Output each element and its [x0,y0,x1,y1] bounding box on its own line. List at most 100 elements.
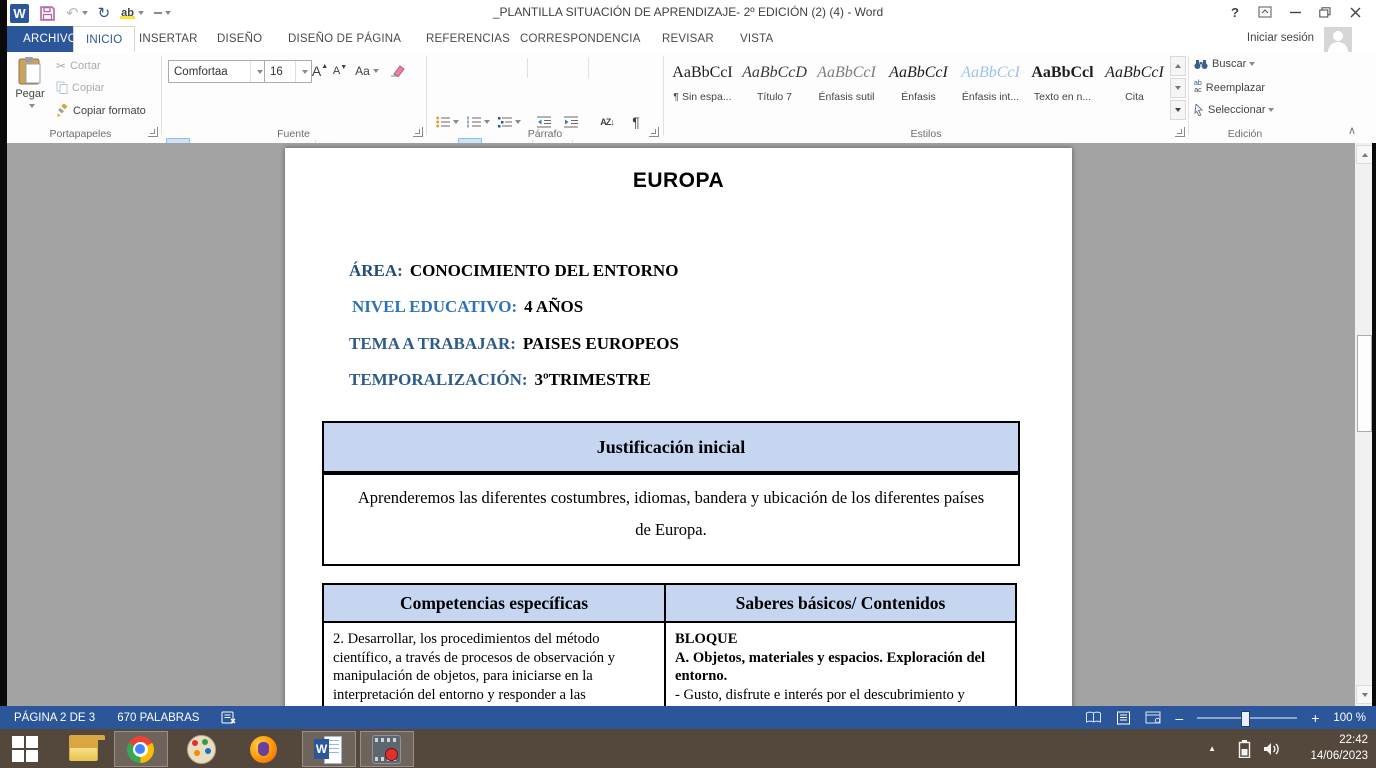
taskbar-firefox[interactable] [248,734,278,764]
field-temporalizacion: TEMPORALIZACIÓN: 3ºTRIMESTRE [349,370,651,390]
tab-correspondencia[interactable]: CORRESPONDENCIA [508,26,653,52]
style-enfasis-intenso[interactable]: AaBbCcI Énfasis int... [956,56,1025,120]
proofing-errors-icon[interactable] [221,711,237,724]
field-area-value: CONOCIMIENTO DEL ENTORNO [409,261,679,280]
window-title: _PLANTILLA SITUACIÓN DE APRENDIZAJE- 2º … [492,5,884,19]
change-case-button[interactable]: Aa [354,59,380,82]
gallery-more-icon [1175,108,1181,112]
copy-button[interactable]: Copiar [56,81,104,94]
tab-referencias[interactable]: REFERENCIAS [414,26,522,52]
styles-gallery-scroll [1170,56,1186,122]
taskbar-chrome[interactable] [125,734,155,764]
find-button[interactable]: Buscar [1194,58,1255,70]
competencias-table: Competencias específicas Saberes básicos… [322,583,1017,706]
zoom-level[interactable]: 100 % [1333,712,1366,724]
styles-gallery-more-button[interactable] [1170,100,1186,120]
style-sin-espaciado[interactable]: AaBbCcI ¶ Sin espa... [668,56,737,120]
scrollbar-up-button[interactable] [1356,145,1373,164]
clipboard-dialog-launcher[interactable] [148,127,158,137]
taskbar-clock[interactable]: 22:42 14/06/2023 [1310,732,1368,764]
tab-insertar[interactable]: INSERTAR [127,26,210,52]
tray-show-hidden-button[interactable]: ▲ [1208,729,1216,768]
ribbon-display-options-button[interactable] [1250,0,1280,24]
tab-diseno[interactable]: DISEÑO [205,26,274,52]
justificacion-body-cell: Aprenderemos las diferentes costumbres, … [322,473,1020,566]
field-nivel-value: 4 AÑOS [524,297,584,316]
taskbar-screen-recorder[interactable] [371,734,401,764]
font-size-dropdown-icon[interactable] [295,61,311,82]
style-label-text: Énfasis int... [961,91,1020,103]
style-enfasis[interactable]: AaBbCcI Énfasis [884,56,953,120]
format-painter-label: Copiar formato [73,104,146,117]
read-mode-button[interactable] [1085,711,1102,724]
paragraph-dialog-launcher[interactable] [649,127,659,137]
find-label: Buscar [1212,58,1247,70]
zoom-out-button[interactable]: – [1175,710,1183,726]
tab-inicio[interactable]: INICIO [73,26,136,53]
page-indicator[interactable]: PÁGINA 2 DE 3 [14,712,95,724]
zoom-slider[interactable] [1197,710,1298,727]
paste-dropdown-icon[interactable] [26,100,35,112]
paste-button[interactable]: Pegar [10,56,50,112]
cut-button[interactable]: ✂ Cortar [56,59,101,73]
grow-font-button[interactable]: A ▲ [310,59,330,82]
replace-icon: ab ac [1194,80,1202,94]
tab-revisar[interactable]: REVISAR [650,26,726,52]
clock-time: 22:42 [1339,734,1368,746]
font-dialog-launcher[interactable] [413,127,423,137]
style-titulo-7[interactable]: AaBbCcD Título 7 [740,56,809,120]
styles-scroll-up-button[interactable] [1170,56,1186,76]
scrollbar-thumb[interactable] [1357,335,1372,432]
close-button[interactable] [1340,0,1370,24]
style-sample-text: AaBbCcl [1031,64,1094,81]
minimize-button[interactable] [1280,0,1310,24]
word-application-window: W ↶ ↻ ab _PLANTILLA SITUACIÓN DE APRENDI… [0,0,1376,768]
start-button[interactable] [10,734,40,764]
word-count[interactable]: 670 PALABRAS [117,712,199,724]
field-temporalizacion-label: TEMPORALIZACIÓN: [349,370,528,389]
scroll-down-icon [1175,86,1181,90]
group-parrafo: AZ↓ ¶ Párrafo [428,52,662,163]
taskbar-word[interactable]: W [313,734,343,764]
format-painter-button[interactable]: Copiar formato [56,104,146,117]
field-nivel-label: NIVEL EDUCATIVO: [352,297,518,316]
document-page[interactable]: EUROPA ÁREA: CONOCIMIENTO DEL ENTORNO NIV… [285,148,1072,706]
zoom-slider-thumb[interactable] [1241,710,1251,727]
window-controls: ? [1220,0,1370,24]
tab-diseno-de-pagina[interactable]: DISEÑO DE PÁGINA [276,26,413,52]
sort-icon: AZ↓ [600,116,614,127]
style-label-text: Texto en n... [1033,91,1092,103]
tray-volume-button[interactable] [1263,729,1281,768]
font-size-combo[interactable]: 16 [264,60,312,83]
avatar[interactable] [1324,27,1352,52]
restore-button[interactable] [1310,0,1340,24]
tray-battery-button[interactable] [1238,729,1251,768]
tray-arrow-icon: ▲ [1208,744,1216,753]
taskbar-file-explorer[interactable] [68,734,105,764]
vertical-scrollbar[interactable] [1355,143,1373,706]
taskbar-paint[interactable] [186,734,216,764]
help-button[interactable]: ? [1220,0,1250,24]
clear-formatting-button[interactable] [386,59,408,82]
style-enfasis-sutil[interactable]: AaBbCcI Énfasis sutil [812,56,881,120]
cut-label: Cortar [70,60,101,72]
group-label-portapapeles: Portapapeles [49,128,112,140]
tab-vista[interactable]: VISTA [728,26,785,52]
select-button[interactable]: Seleccionar [1194,104,1274,116]
zoom-in-button[interactable]: + [1311,710,1319,726]
web-layout-button[interactable] [1145,711,1161,724]
scrollbar-down-button[interactable] [1356,685,1373,704]
styles-dialog-launcher[interactable] [1175,127,1185,137]
print-layout-button[interactable] [1116,711,1131,725]
replace-button[interactable]: ab ac Reemplazar [1194,80,1265,94]
collapse-ribbon-button[interactable]: ∧ [1348,124,1356,137]
font-family-combo[interactable]: Comfortaa [168,60,267,83]
styles-scroll-down-button[interactable] [1170,78,1186,98]
shrink-font-button[interactable]: A ▼ [331,59,349,82]
style-cita[interactable]: AaBbCcI Cita [1100,56,1169,120]
style-texto-en-negrita[interactable]: AaBbCcl Texto en n... [1028,56,1097,120]
battery-icon [1238,739,1251,758]
screen-edge-left [0,0,7,706]
windows-logo-icon [12,736,38,762]
sign-in-link[interactable]: Iniciar sesión [1247,32,1314,44]
